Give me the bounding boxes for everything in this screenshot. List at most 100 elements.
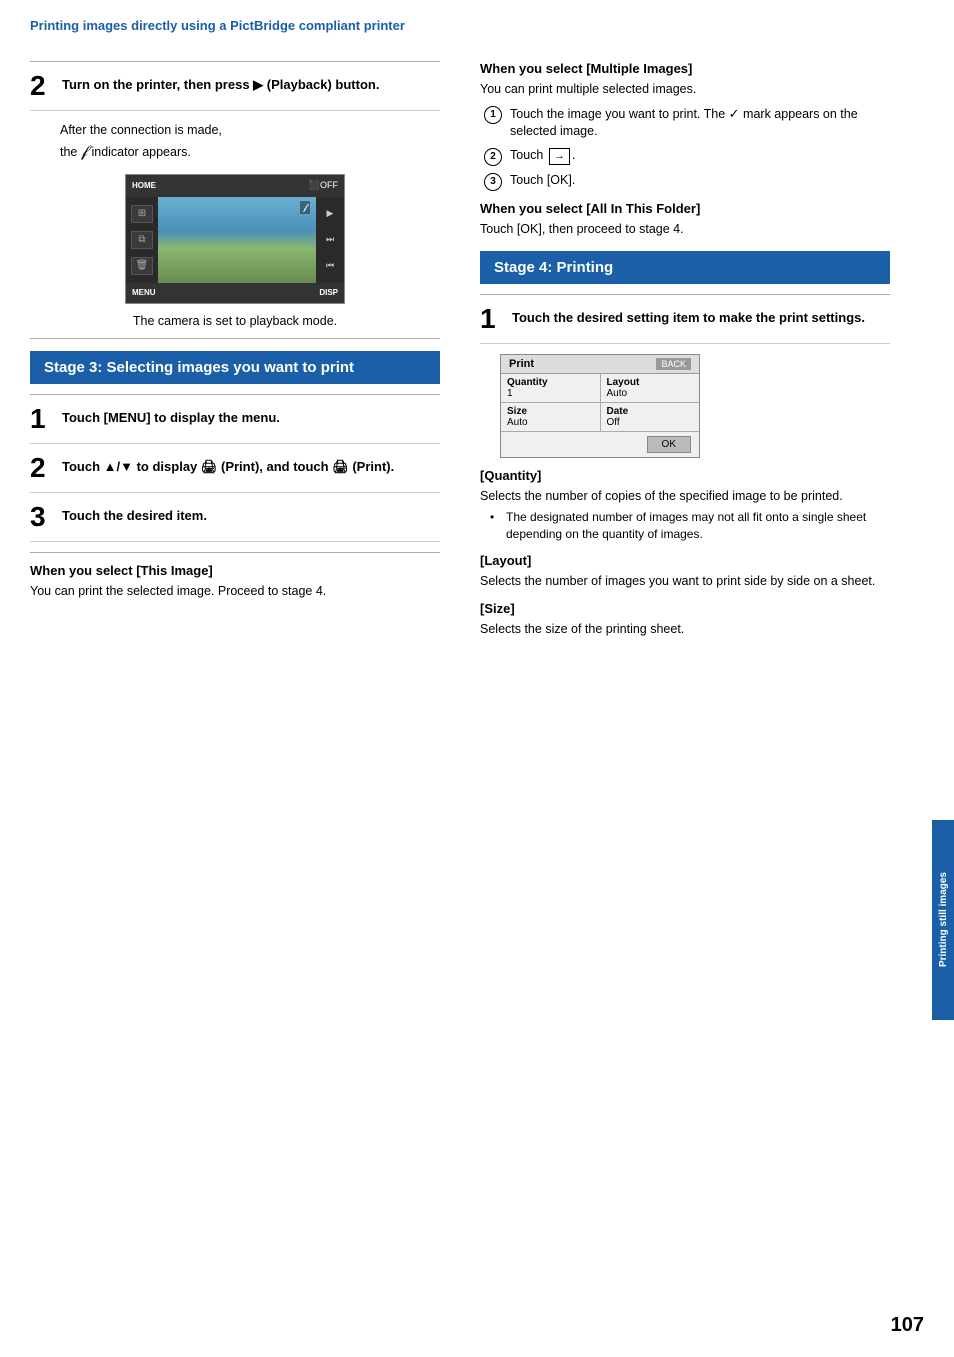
step-3-1: 1 Touch [MENU] to display the menu. [30, 405, 440, 444]
cam-play-icon: ▶ [327, 208, 334, 219]
qty-text: Selects the number of copies of the spec… [480, 487, 890, 506]
indent-line1: After the connection is made, [60, 123, 222, 137]
divider-this-image [30, 552, 440, 553]
ps-row-2: Size Auto Date Off [501, 403, 699, 432]
header-title: Printing images directly using a PictBri… [30, 18, 405, 33]
ps-row-1: Quantity 1 Layout Auto [501, 374, 699, 403]
step-3-3-number: 3 [30, 503, 52, 531]
cam-home-label: HOME [132, 181, 156, 190]
ps-layout-cell: Layout Auto [601, 374, 700, 402]
cam-left-icons: ⊞ ⧉ 🗑 [126, 197, 158, 283]
subsec-multiple-text: You can print multiple selected images. [480, 80, 890, 99]
qty-bullets: • The designated number of images may no… [490, 509, 890, 543]
divider-stage3 [30, 338, 440, 339]
step-3-2-number: 2 [30, 454, 52, 482]
ps-qty-value: 1 [507, 388, 594, 399]
side-tab: Printing still images [932, 820, 954, 1020]
cam-skip-back-icon: ⏮ [326, 260, 334, 271]
step-2-number: 2 [30, 72, 52, 100]
ps-back-btn: BACK [656, 358, 691, 370]
circle-1: 1 [484, 106, 502, 124]
ps-print-label: Print [509, 358, 534, 370]
ps-ok-button[interactable]: OK [647, 436, 691, 453]
size-text: Selects the size of the printing sheet. [480, 620, 890, 639]
main-content: 2 Turn on the printer, then press ▶ (Pla… [0, 41, 954, 648]
cam-top-bar: HOME ⬛OFF [126, 175, 344, 197]
subsec-multiple-header: When you select [Multiple Images] [480, 61, 890, 76]
divider-stage4 [480, 294, 890, 295]
multiple-step-1-text: Touch the image you want to print. The ✓… [510, 105, 890, 141]
cam-icon-copy: ⧉ [131, 231, 153, 249]
ps-top-bar: Print BACK [501, 355, 699, 374]
multiple-step-3-text: Touch [OK]. [510, 172, 575, 190]
circle-2: 2 [484, 148, 502, 166]
ps-layout-label: Layout [607, 377, 694, 388]
cam-icon-delete: 🗑 [131, 257, 153, 275]
step-3-1-number: 1 [30, 405, 52, 433]
page-number: 107 [891, 1314, 924, 1337]
cam-disp-label: DISP [319, 288, 338, 297]
cam-right-icons: ▶ ⏭ ⏮ [316, 197, 344, 283]
step-2: 2 Turn on the printer, then press ▶ (Pla… [30, 72, 440, 111]
ps-size-cell: Size Auto [501, 403, 601, 431]
size-header: [Size] [480, 601, 890, 616]
left-column: 2 Turn on the printer, then press ▶ (Pla… [0, 41, 460, 648]
print-screen-mockup: Print BACK Quantity 1 Layout Auto Size A… [500, 354, 700, 458]
right-column: When you select [Multiple Images] You ca… [460, 41, 920, 648]
ps-qty-label: Quantity [507, 377, 594, 388]
cam-screen: 𝒻 [158, 197, 316, 283]
qty-header: [Quantity] [480, 468, 890, 483]
ps-qty-cell: Quantity 1 [501, 374, 601, 402]
multiple-step-3: 3 Touch [OK]. [484, 172, 890, 191]
cam-body: ⊞ ⧉ 🗑 𝒻 ▶ ⏭ ⏮ [126, 197, 344, 283]
step-2-text: Turn on the printer, then press ▶ (Playb… [62, 72, 379, 94]
cam-menu-label: MENU [132, 288, 156, 297]
stage3-banner: Stage 3: Selecting images you want to pr… [30, 351, 440, 384]
cam-bottom-bar: MENU DISP [126, 283, 344, 303]
ps-size-value: Auto [507, 417, 594, 428]
ps-date-value: Off [607, 417, 694, 428]
step-3-3: 3 Touch the desired item. [30, 503, 440, 542]
ps-size-label: Size [507, 406, 594, 417]
multiple-images-steps: 1 Touch the image you want to print. The… [484, 105, 890, 191]
multiple-step-2: 2 Touch →. [484, 147, 890, 166]
ps-date-label: Date [607, 406, 694, 417]
step-3-2-text: Touch ▲/▼ to display 🖨 (Print), and touc… [62, 454, 394, 476]
layout-header: [Layout] [480, 553, 890, 568]
step-3-3-text: Touch the desired item. [62, 503, 207, 525]
step-4-1-text: Touch the desired setting item to make t… [512, 305, 865, 327]
indent-line2: the 𝒻 indicator appears. [60, 145, 191, 159]
qty-bullet-1: • The designated number of images may no… [490, 509, 890, 543]
top-divider-left [30, 61, 440, 62]
step-3-2: 2 Touch ▲/▼ to display 🖨 (Print), and to… [30, 454, 440, 493]
bullet-dot-1: • [490, 509, 502, 526]
cam-icon-bar: ⬛OFF [309, 180, 338, 191]
camera-mockup: HOME ⬛OFF ⊞ ⧉ 🗑 𝒻 ▶ ⏭ ⏮ [125, 174, 345, 304]
qty-bullet-text: The designated number of images may not … [506, 509, 890, 543]
step2-indent: After the connection is made, the 𝒻 indi… [60, 121, 440, 164]
ps-layout-value: Auto [607, 388, 694, 399]
multiple-step-1: 1 Touch the image you want to print. The… [484, 105, 890, 141]
checkmark-icon: ✓ [729, 106, 740, 121]
cam-icon-grid: ⊞ [131, 205, 153, 223]
stage4-banner: Stage 4: Printing [480, 251, 890, 284]
step-4-1-number: 1 [480, 305, 502, 333]
subsec-folder-header: When you select [All In This Folder] [480, 201, 890, 216]
step-4-1: 1 Touch the desired setting item to make… [480, 305, 890, 344]
layout-text: Selects the number of images you want to… [480, 572, 890, 591]
camera-caption: The camera is set to playback mode. [30, 314, 440, 328]
arrow-icon: → [549, 148, 570, 165]
cam-pictbridge-icon: ⬛OFF [309, 180, 338, 190]
cam-indicator: 𝒻 [300, 201, 310, 214]
side-tab-text: Printing still images [938, 872, 949, 967]
page-header: Printing images directly using a PictBri… [0, 0, 954, 41]
cam-skip-fwd-icon: ⏭ [326, 234, 334, 245]
ps-ok-row: OK [501, 432, 699, 457]
subsec-this-image-header: When you select [This Image] [30, 563, 440, 578]
ps-date-cell: Date Off [601, 403, 700, 431]
subsec-this-image-text: You can print the selected image. Procee… [30, 582, 440, 601]
divider-after-stage3 [30, 394, 440, 395]
multiple-step-2-text: Touch →. [510, 147, 575, 165]
step-3-1-text: Touch [MENU] to display the menu. [62, 405, 280, 427]
circle-3: 3 [484, 173, 502, 191]
